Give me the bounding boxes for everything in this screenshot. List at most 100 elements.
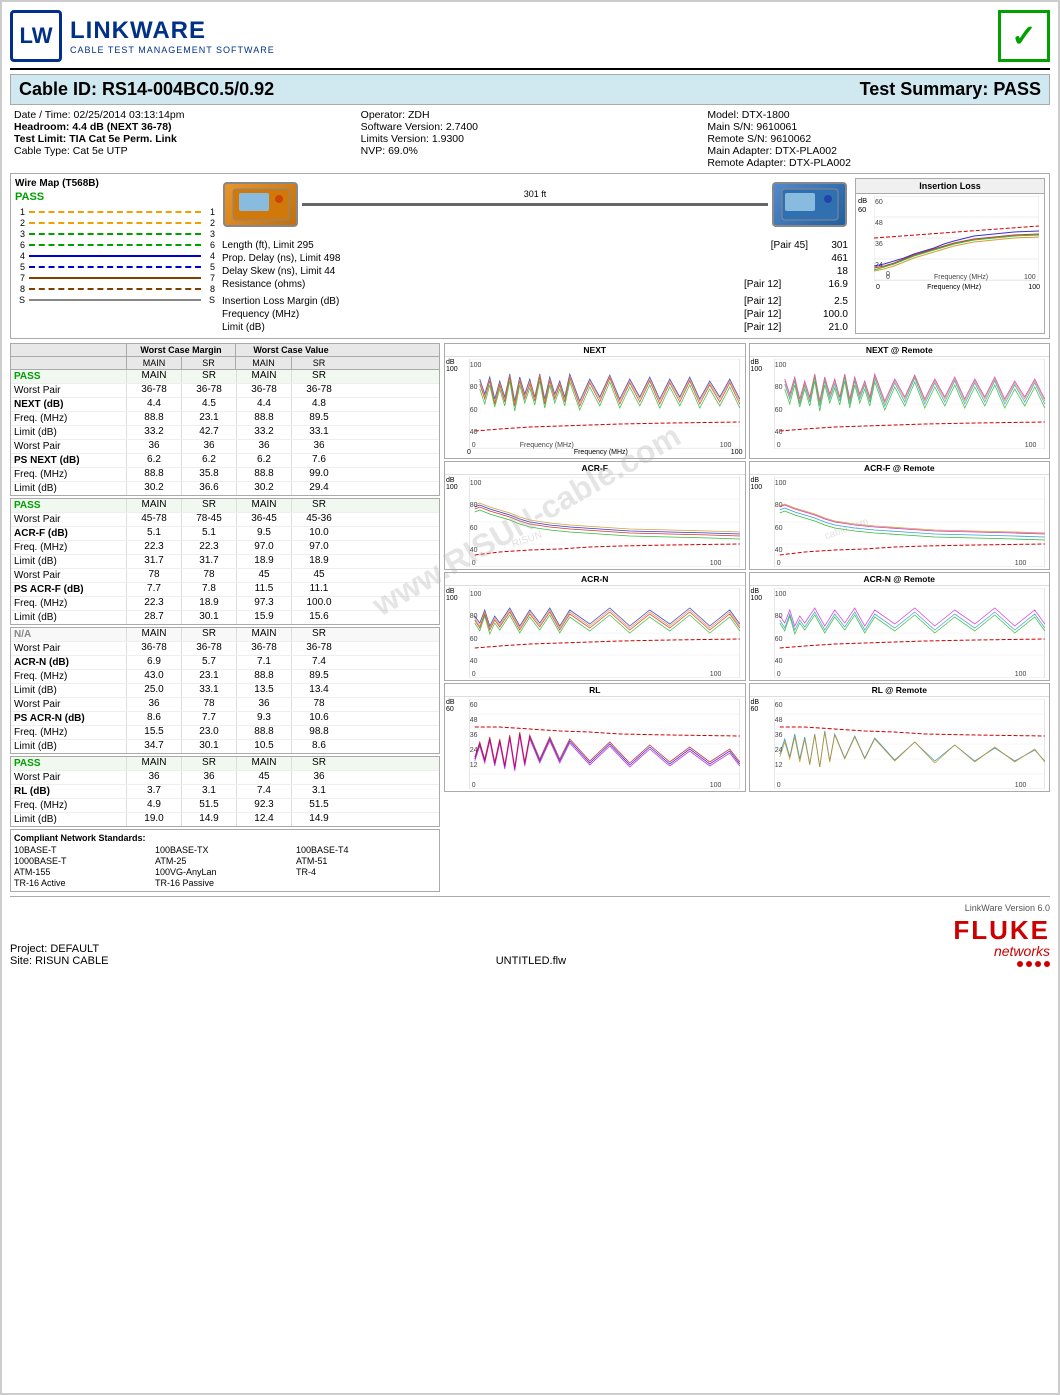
il-y-label: dB60 <box>858 196 867 214</box>
std-2: 100BASE-TX <box>155 845 295 855</box>
software: Software Version: 2.7400 <box>361 121 700 133</box>
svg-text:100: 100 <box>720 442 732 449</box>
meas-pair-3 <box>741 265 811 278</box>
acrf-remote-graph: ACR-F @ Remote dB100 100 80 60 40 <box>749 461 1051 570</box>
next-row-2: NEXT (dB) 4.4 4.5 4.4 4.8 <box>11 398 439 412</box>
footer-left: Project: DEFAULT Site: RISUN CABLE <box>10 943 108 967</box>
test-limit: Test Limit: TIA Cat 5e Perm. Link <box>14 133 353 145</box>
std-6: ATM-51 <box>296 856 436 866</box>
standards-grid: 10BASE-T 100BASE-TX 100BASE-T4 1000BASE-… <box>14 845 436 888</box>
cable-type: Cable Type: Cat 5e UTP <box>14 145 353 157</box>
svg-text:40: 40 <box>470 658 478 665</box>
svg-text:0: 0 <box>776 442 780 449</box>
svg-text:60: 60 <box>470 702 478 709</box>
pass-checkmark: ✓ <box>998 10 1050 62</box>
std-10: TR-16 Active <box>14 878 154 888</box>
meas-label-3: Delay Skew (ns), Limit 44 <box>219 265 741 278</box>
wire-pairs: 1 1 2 2 3 3 6 6 <box>15 207 215 305</box>
svg-text:60: 60 <box>774 407 782 414</box>
acrn-status: N/A <box>11 628 126 641</box>
svg-text:48: 48 <box>875 220 883 227</box>
next-row-4: Limit (dB) 33.2 42.7 33.2 33.1 <box>11 426 439 440</box>
acrf-main-graph: ACR-F dB100 100 80 60 40 <box>444 461 746 570</box>
next-remote-svg: 100 80 60 40 0 100 <box>772 359 1048 449</box>
acrn-main-title: ACR-N <box>445 573 745 586</box>
il-graph-area: dB60 60 48 36 24 <box>856 194 1044 293</box>
acrn-main-svg: 100 80 60 40 0 100 <box>467 588 743 678</box>
graphs-column: NEXT dB100 100 80 60 <box>444 343 1050 892</box>
meas-label-7: Limit (dB) <box>219 321 741 334</box>
svg-text:80: 80 <box>774 384 782 391</box>
svg-text:100: 100 <box>470 362 482 369</box>
headroom: Headroom: 4.4 dB (NEXT 36-78) <box>14 121 353 133</box>
svg-text:0: 0 <box>776 671 780 678</box>
cable-diagram: 301 ft <box>219 178 851 231</box>
acrn-graphs-row: ACR-N dB100 100 80 60 40 <box>444 572 1050 681</box>
logo-letters: LW <box>20 23 53 49</box>
std-7: ATM-155 <box>14 867 154 877</box>
wire-line-7: 7 7 <box>15 273 215 283</box>
fluke-name: FLUKE <box>953 917 1050 943</box>
acrn-remote-graph: ACR-N @ Remote dB100 100 80 60 40 <box>749 572 1051 681</box>
main-tester <box>223 182 298 227</box>
acrf-remote-svg: 100 80 60 40 0 100 cable.com <box>772 477 1048 567</box>
main-sn: Main S/N: 9610061 <box>707 121 1046 133</box>
header: LW LINKWARE CABLE TEST MANAGEMENT SOFTWA… <box>10 10 1050 70</box>
std-12 <box>296 878 436 888</box>
svg-text:0: 0 <box>776 560 780 567</box>
wire-line-2: 2 2 <box>15 218 215 228</box>
next-row-3: Freq. (MHz) 88.8 23.1 88.8 89.5 <box>11 412 439 426</box>
model: Model: DTX-1800 <box>707 109 1046 121</box>
svg-text:40: 40 <box>470 429 478 436</box>
standards-title: Compliant Network Standards: <box>14 833 436 843</box>
svg-text:100: 100 <box>1014 782 1026 789</box>
wire-line-6: 6 6 <box>15 240 215 250</box>
svg-text:12: 12 <box>470 762 478 769</box>
acrn-remote-area: dB100 100 80 60 40 <box>750 586 1050 680</box>
next-main-svg: 100 80 60 40 Frequency (MHz) <box>467 359 743 449</box>
info-col-2: Operator: ZDH Software Version: 2.7400 L… <box>357 109 704 169</box>
svg-text:36: 36 <box>875 241 883 248</box>
remote-sn: Remote S/N: 9610062 <box>707 133 1046 145</box>
cable-length-label: 301 ft <box>524 189 547 199</box>
filename: UNTITLED.flw <box>496 955 566 967</box>
wire-line-4: 4 4 <box>15 251 215 261</box>
test-summary: Test Summary: PASS <box>860 79 1041 100</box>
std-1: 10BASE-T <box>14 845 154 855</box>
rl-section: PASS MAIN SR MAIN SR Worst Pair 36 36 45… <box>10 756 440 827</box>
site-label: Site: RISUN CABLE <box>10 955 108 967</box>
fluke-logo: FLUKE networks <box>953 917 1050 967</box>
svg-text:100: 100 <box>470 591 482 598</box>
std-4: 1000BASE-T <box>14 856 154 866</box>
svg-text:36: 36 <box>774 732 782 739</box>
meas-row-2: Prop. Delay (ns), Limit 498 461 <box>219 252 851 265</box>
svg-text:100: 100 <box>1024 442 1036 449</box>
svg-text:60: 60 <box>875 199 883 206</box>
svg-text:100: 100 <box>710 782 722 789</box>
svg-text:0: 0 <box>776 782 780 789</box>
cable-meas-section: 301 ft Length (ft), Limit 295 [Pair 45] … <box>219 178 851 334</box>
std-5: ATM-25 <box>155 856 295 866</box>
acrn-main-graph: ACR-N dB100 100 80 60 40 <box>444 572 746 681</box>
acrf-remote-area: dB100 100 80 60 40 <box>750 475 1050 569</box>
next-remote-graph-area: dB100 100 80 60 40 <box>750 357 1050 451</box>
meas-row-4: Resistance (ohms) [Pair 12] 16.9 <box>219 278 851 291</box>
svg-text:0: 0 <box>472 782 476 789</box>
wcv-header: Worst Case Value <box>236 344 346 356</box>
meas-row-7: Limit (dB) [Pair 12] 21.0 <box>219 321 851 334</box>
acrf-main-title: ACR-F <box>445 462 745 475</box>
meas-row-3: Delay Skew (ns), Limit 44 18 <box>219 265 851 278</box>
logo-area: LW LINKWARE CABLE TEST MANAGEMENT SOFTWA… <box>10 10 275 62</box>
rl-main-graph: RL dB60 60 48 36 2 <box>444 683 746 792</box>
results-col-headers: Worst Case Margin Worst Case Value <box>10 343 440 356</box>
logo-box: LW <box>10 10 62 62</box>
svg-text:60: 60 <box>774 525 782 532</box>
footer-center: UNTITLED.flw <box>496 955 566 967</box>
svg-text:0: 0 <box>472 442 476 449</box>
compliant-standards: Compliant Network Standards: 10BASE-T 10… <box>10 829 440 892</box>
svg-text:40: 40 <box>470 547 478 554</box>
meas-pair-7: [Pair 12] <box>741 321 811 334</box>
svg-text:60: 60 <box>470 636 478 643</box>
wire-line-1: 1 1 <box>15 207 215 217</box>
rl-remote-title: RL @ Remote <box>750 684 1050 697</box>
